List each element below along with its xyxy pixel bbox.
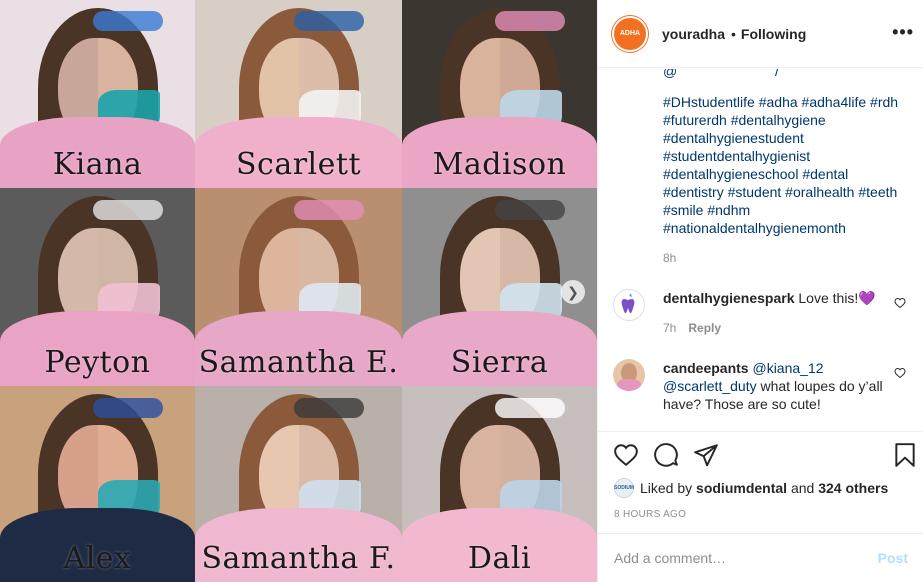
send-icon[interactable] [693,442,719,468]
student-name-label: Kiana [52,147,143,182]
liker-username[interactable]: sodiumdental [696,480,787,496]
likes-summary: SODIUM Liked by sodiumdental and 324 oth… [614,478,888,498]
comment-meta: 7h Reply [663,321,721,335]
face-shield [92,199,163,220]
avatar-shirt [617,379,641,391]
face-shield [494,199,565,220]
heart-icon[interactable] [613,442,639,468]
comment-username[interactable]: dentalhygienespark [663,290,795,306]
header-username[interactable]: youradha [662,26,725,42]
profile-avatar[interactable]: ADHA [612,15,648,52]
reply-button[interactable]: Reply [688,321,721,335]
comment-like-heart-icon[interactable] [894,297,906,309]
comment-text: Love this! [798,290,859,306]
collage-cell: Scarlett [195,0,402,188]
student-name-label: Scarlett [235,147,362,182]
collage-cell: Samantha F. [195,386,402,582]
collage-cell: Kiana [0,0,195,188]
student-name-label: Samantha E. [198,345,399,380]
student-name-label: Peyton [44,345,151,380]
comment-body: dentalhygienespark Love this!💜 [663,289,885,307]
liker-avatar-text: SODIUM [614,485,634,491]
student-name-label: Madison [432,147,567,182]
comments-scroll-area[interactable]: @ ▔▔▔▔▔▔▔ ▔ /▔ ▔▔▔▔ ▔ #DHstudentlife #ad… [598,69,923,432]
face-shield [494,11,565,32]
caption-cutoff-line: @ ▔▔▔▔▔▔▔ ▔ /▔ ▔▔▔▔ ▔ [663,69,852,79]
likes-others-link[interactable]: 324 others [818,480,888,496]
purple-heart-emoji: 💜 [858,290,876,306]
face-shield [293,11,364,32]
comment-icon[interactable] [653,442,679,468]
post-image[interactable]: Kiana Scarlett Madison Peyton Samantha E. Sie… [0,0,597,582]
student-name-label: Sierra [450,345,549,380]
more-options-icon[interactable]: ••• [892,22,914,43]
face-shield [494,397,565,418]
liked-by-label: Liked by [640,480,693,496]
face-shield [92,11,163,32]
collage-cell: Madison [402,0,597,188]
comment-username[interactable]: candeepants [663,360,749,376]
add-comment-bar: Post [598,533,923,582]
caption-time: 8h [663,251,677,265]
header-separator: • [731,25,736,42]
comment-mention[interactable]: @scarlett_duty [663,378,757,394]
comment-avatar[interactable] [613,359,645,391]
face-shield [92,397,163,418]
chevron-right-icon: ❯ [567,283,579,300]
student-name-label: Samantha F. [201,541,396,576]
post-actions-bar [598,438,923,474]
post-header: ADHA youradha • Following ••• [598,0,923,68]
comment-avatar[interactable] [613,289,645,321]
face-shield [293,199,364,220]
carousel-next-button[interactable]: ❯ [561,280,585,304]
collage-cell: Alex [0,386,195,582]
tooth-logo-icon [621,293,635,314]
student-name-label: Dali [467,541,532,576]
photo-collage-grid: Kiana Scarlett Madison Peyton Samantha E. Sie… [0,0,597,582]
comment-like-heart-icon[interactable] [894,367,906,379]
liker-avatar[interactable]: SODIUM [614,478,634,498]
post-comment-button[interactable]: Post [878,550,908,566]
caption-hashtags[interactable]: #DHstudentlife #adha #adha4life #rdh #fu… [663,93,903,237]
following-button[interactable]: Following [741,26,806,42]
avatar-logo-text: ADHA [619,29,641,37]
likes-and-label: and [790,480,815,496]
student-name-label: Alex [63,541,132,576]
face-shield [293,397,364,418]
comment-mention[interactable]: @kiana_12 [752,360,823,376]
posted-timestamp[interactable]: 8 HOURS AGO [614,509,686,520]
post-details-panel: ADHA youradha • Following ••• @ ▔▔▔▔▔▔▔ … [597,0,923,582]
bookmark-icon[interactable] [892,442,918,468]
comment-time: 7h [663,321,677,335]
add-comment-input[interactable] [614,550,878,566]
collage-cell: Peyton [0,188,195,386]
collage-cell: Samantha E. [195,188,402,386]
comment-body: candeepants @kiana_12 @scarlett_duty wha… [663,359,885,413]
collage-cell: Dali [402,386,597,582]
